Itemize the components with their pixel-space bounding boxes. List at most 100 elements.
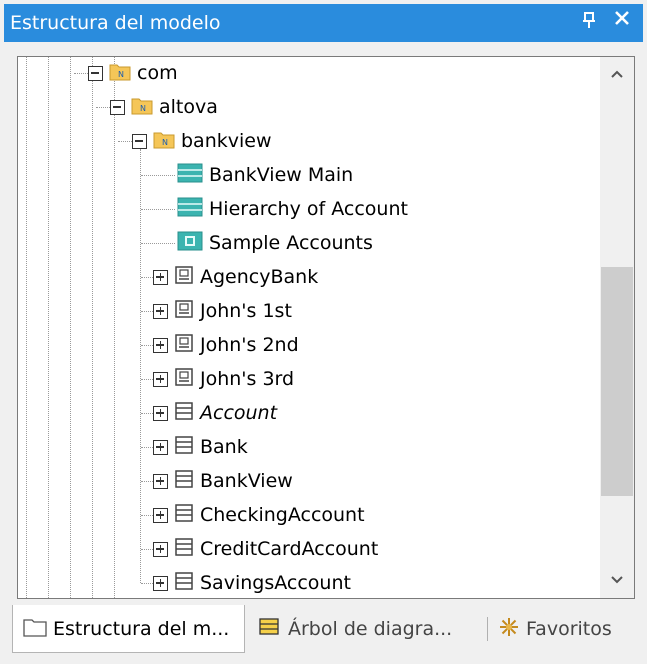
pin-icon[interactable]	[582, 11, 596, 35]
expand-toggle-icon[interactable]	[153, 473, 168, 489]
tree-connector	[74, 73, 88, 74]
class-diagram-icon	[177, 196, 203, 222]
class-icon	[174, 503, 194, 527]
expand-toggle-icon[interactable]	[153, 303, 168, 319]
svg-text:N: N	[140, 104, 146, 113]
instance-icon	[174, 367, 194, 391]
close-icon[interactable]	[613, 9, 631, 33]
favorites-icon	[498, 616, 520, 642]
tree-node-label: BankView Main	[209, 164, 354, 186]
tab-label: Estructura del m...	[53, 617, 230, 640]
expand-toggle-icon[interactable]	[153, 541, 168, 557]
tree-node-bankview[interactable]: N bankview	[132, 127, 272, 155]
tree-node-bankview-class[interactable]: BankView	[153, 467, 293, 495]
svg-text:N: N	[162, 138, 168, 147]
tree-node-bankview-main[interactable]: BankView Main	[177, 161, 353, 189]
tree-connector	[141, 481, 153, 482]
tree-node-johns-1st[interactable]: John's 1st	[153, 297, 292, 325]
scroll-up-icon[interactable]	[600, 63, 634, 87]
tree-connector	[141, 413, 153, 414]
package-icon: N	[153, 129, 175, 153]
model-tree[interactable]: N com N altova N bankview BankView Main	[17, 56, 635, 599]
tree-connector	[141, 311, 153, 312]
tree-node-label: Hierarchy of Account	[209, 198, 408, 220]
tree-node-account[interactable]: Account	[153, 399, 277, 427]
tree-connector	[141, 243, 175, 244]
tree-node-hierarchy-of-account[interactable]: Hierarchy of Account	[177, 195, 408, 223]
collapse-toggle-icon[interactable]	[132, 133, 147, 149]
tree-node-sample-accounts[interactable]: Sample Accounts	[177, 229, 373, 257]
tree-connector	[141, 515, 153, 516]
collapse-toggle-icon[interactable]	[88, 65, 103, 81]
tree-node-label: AgencyBank	[200, 266, 319, 288]
package-icon: N	[131, 95, 153, 119]
tree-connector	[96, 107, 110, 108]
tab-diagram-tree[interactable]: Árbol de diagra...	[258, 605, 452, 653]
tree-node-johns-3rd[interactable]: John's 3rd	[153, 365, 294, 393]
scrollbar-thumb[interactable]	[601, 267, 633, 496]
expand-toggle-icon[interactable]	[153, 575, 168, 591]
tree-node-label: John's 1st	[200, 300, 292, 322]
panel-title-bar: Estructura del modelo	[4, 4, 643, 42]
tree-node-label: BankView	[200, 470, 293, 492]
tree-guide-line	[70, 57, 71, 598]
tab-separator	[487, 617, 488, 641]
tree-node-label: SavingsAccount	[200, 572, 351, 594]
tab-model-tree[interactable]: Estructura del m...	[12, 605, 245, 653]
class-icon	[174, 469, 194, 493]
tree-node-label: CheckingAccount	[200, 504, 365, 526]
folder-icon	[23, 617, 47, 641]
tree-node-label: Account	[200, 402, 278, 424]
expand-toggle-icon[interactable]	[153, 405, 168, 421]
expand-toggle-icon[interactable]	[153, 371, 168, 387]
tab-label: Árbol de diagra...	[288, 618, 453, 640]
tree-connector	[118, 141, 132, 142]
tree-connector	[141, 345, 153, 346]
model-tree-panel: Estructura del modelo N com N altova N b…	[0, 0, 647, 664]
tree-node-bank[interactable]: Bank	[153, 433, 248, 461]
panel-title: Estructura del modelo	[10, 12, 221, 34]
tree-node-creditcardaccount[interactable]: CreditCardAccount	[153, 535, 378, 563]
tree-connector	[141, 209, 175, 210]
tree-node-label: John's 3rd	[200, 368, 295, 390]
tree-connector	[141, 277, 153, 278]
panel-tab-strip: Estructura del m... Árbol de diagra... F…	[0, 605, 647, 664]
expand-toggle-icon[interactable]	[153, 507, 168, 523]
tree-connector	[141, 175, 175, 176]
expand-toggle-icon[interactable]	[153, 439, 168, 455]
tree-node-checkingaccount[interactable]: CheckingAccount	[153, 501, 365, 529]
tree-node-label: CreditCardAccount	[200, 538, 379, 560]
tree-node-com[interactable]: N com	[88, 59, 178, 87]
object-diagram-icon	[177, 230, 203, 256]
svg-text:N: N	[118, 70, 124, 79]
scroll-down-icon[interactable]	[600, 569, 634, 593]
tree-node-agencybank[interactable]: AgencyBank	[153, 263, 318, 291]
tree-guide-line	[140, 149, 141, 583]
tree-node-label: altova	[159, 96, 218, 118]
tree-node-label: Sample Accounts	[209, 232, 373, 254]
tab-label: Favoritos	[526, 618, 612, 640]
tree-node-johns-2nd[interactable]: John's 2nd	[153, 331, 299, 359]
tree-connector	[141, 549, 153, 550]
class-icon	[174, 435, 194, 459]
tree-node-altova[interactable]: N altova	[110, 93, 218, 121]
tree-guide-line	[114, 57, 115, 598]
tree-node-label: John's 2nd	[200, 334, 299, 356]
vertical-scrollbar[interactable]	[600, 57, 634, 598]
tree-node-savingsaccount[interactable]: SavingsAccount	[153, 569, 351, 597]
tree-guide-line	[48, 57, 49, 598]
expand-toggle-icon[interactable]	[153, 269, 168, 285]
tree-node-label: Bank	[200, 436, 248, 458]
tree-connector	[141, 379, 153, 380]
tree-connector	[141, 447, 153, 448]
expand-toggle-icon[interactable]	[153, 337, 168, 353]
class-diagram-icon	[177, 162, 203, 188]
instance-icon	[174, 265, 194, 289]
diagram-tree-icon	[258, 617, 282, 641]
class-icon	[174, 571, 194, 595]
tab-favorites[interactable]: Favoritos	[498, 605, 612, 653]
collapse-toggle-icon[interactable]	[110, 99, 125, 115]
tree-node-label: bankview	[181, 130, 272, 152]
tree-node-label: com	[137, 62, 178, 84]
class-icon	[174, 401, 194, 425]
